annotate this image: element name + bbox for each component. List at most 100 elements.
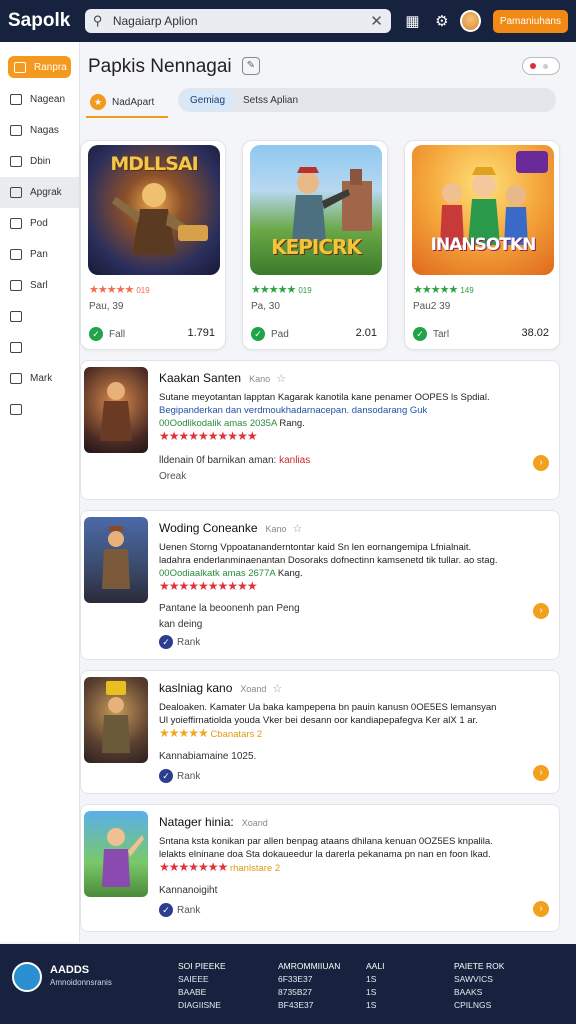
- tab-nadapart[interactable]: ★ NadApart: [86, 88, 168, 118]
- list-item[interactable]: Woding Coneanke Kano ☆ Uenen Storng Vppoat…: [80, 510, 560, 660]
- sidebar-item-house[interactable]: [0, 332, 79, 363]
- sidebar-item-dbin[interactable]: Dbin: [0, 146, 79, 177]
- sidebar-item-list[interactable]: [0, 301, 79, 332]
- sidebar-item-nagean[interactable]: Nagean: [0, 84, 79, 115]
- game-title: kaslniag kano Xoand ☆: [159, 681, 282, 695]
- game-meta: Pau2 39: [413, 301, 451, 312]
- footer-link[interactable]: BF43E37: [278, 999, 340, 1012]
- footer-brand[interactable]: AADDS: [50, 964, 89, 976]
- game-art-title: MDLLSAI: [110, 153, 198, 175]
- sidebar-item-doc[interactable]: [0, 394, 79, 425]
- desc-line: 00Oodiaalkatk amas 2677A: [159, 568, 276, 579]
- house-icon: [10, 342, 22, 353]
- footer-link[interactable]: BAAKS: [454, 986, 504, 999]
- rank-label: Rank: [177, 904, 201, 916]
- search-input[interactable]: ⚲ Nagaiarp Aplion ✕: [84, 9, 391, 33]
- game-title: Natager hinia: Xoand: [159, 815, 268, 829]
- rating-stars: ★★★★★ 149: [413, 283, 474, 296]
- sidebar-item-mark[interactable]: Mark: [0, 363, 79, 394]
- footer-link[interactable]: SAIEEE: [178, 973, 226, 986]
- footer-link[interactable]: BAABE: [178, 986, 226, 999]
- game-artwork: INANSOTKN: [412, 145, 554, 275]
- game-sub: Kano: [265, 524, 287, 534]
- sidebar-item-label: Pan: [30, 249, 48, 260]
- desc-line: ladahra enderlanminaenantan Dosoraks dof…: [159, 555, 498, 566]
- search-value[interactable]: Nagaiarp Aplion: [113, 14, 370, 28]
- check-icon: ✓: [159, 903, 173, 917]
- desc-line: Ul yoieffirnatiolda youda Vker bei desan…: [159, 715, 478, 726]
- tab-label: NadApart: [112, 96, 155, 108]
- sidebar-item-apgrak[interactable]: Apgrak: [0, 177, 79, 208]
- sidebar-item-pan[interactable]: Pan: [0, 239, 79, 270]
- footer-link[interactable]: DIAGIISNE: [178, 999, 226, 1012]
- open-arrow-icon[interactable]: ›: [533, 455, 549, 471]
- footer-column: AALI 1S 1S 1S: [366, 960, 384, 1012]
- sidebar-item-ranpra[interactable]: Ranpra: [8, 56, 71, 78]
- game-thumbnail: [84, 517, 148, 603]
- footer-link[interactable]: 8735B27: [278, 986, 340, 999]
- list-item[interactable]: kaslniag kano Xoand ☆ Dealoaken. Kamater U…: [80, 670, 560, 794]
- list-item[interactable]: Kaakan Santen Kano ☆ Sutane meyotantan lap…: [80, 360, 560, 500]
- sidebar-item-label: Sarl: [30, 280, 48, 291]
- favorite-star-icon[interactable]: ☆: [276, 373, 286, 385]
- sidebar-item-nagas[interactable]: Nagas: [0, 115, 79, 146]
- sidebar-item-label: Nagas: [30, 125, 59, 136]
- footer-link[interactable]: SAWVICS: [454, 973, 504, 986]
- game-meta: Pantane la beoonenh pan Peng: [159, 603, 300, 614]
- favorite-star-icon[interactable]: ☆: [272, 683, 282, 695]
- game-title: Kaakan Santen Kano ☆: [159, 371, 286, 385]
- edit-icon[interactable]: ✎: [242, 57, 260, 75]
- rating-count: 019: [136, 286, 150, 295]
- footer-link[interactable]: 6F33E37: [278, 973, 340, 986]
- account-button[interactable]: Pamaniuhans: [492, 9, 568, 33]
- open-arrow-icon[interactable]: ›: [533, 603, 549, 619]
- list-item[interactable]: Natager hinia: Xoand Sntana ksta konikan …: [80, 804, 560, 932]
- game-description: Sntana ksta konikan par allen benpag ata…: [159, 835, 555, 875]
- meta-highlight: kanlias: [279, 455, 311, 466]
- hero-figure-icon: [102, 526, 130, 589]
- install-status: ✓ Pad: [251, 327, 289, 341]
- stars: ★★★★★: [251, 284, 296, 296]
- apps-grid-icon[interactable]: ▦: [405, 12, 420, 30]
- sidebar-item-sarl[interactable]: Sarl: [0, 270, 79, 301]
- user-avatar[interactable]: [459, 10, 481, 32]
- megaphone-icon: [10, 373, 22, 384]
- hero-figure-icon: [440, 151, 548, 245]
- open-arrow-icon[interactable]: ›: [533, 765, 549, 781]
- rank-label: Rank: [177, 770, 201, 782]
- featured-card[interactable]: INANSOTKN ★★★★★ 149 Pau2 39 ✓ Tarl 38.02: [404, 140, 560, 350]
- rating-stars: ★★★★★: [159, 726, 209, 740]
- footer-heading: SOI PIEEKE: [178, 961, 226, 971]
- list-icon: [10, 280, 22, 291]
- sidebar-item-pod[interactable]: Pod: [0, 208, 79, 239]
- footer: AADDS Amnoidonnsranis SOI PIEEKE SAIEEE …: [0, 944, 576, 1024]
- footer-link[interactable]: CPILNGS: [454, 999, 504, 1012]
- segment-gemiag[interactable]: Gemiag: [180, 89, 236, 111]
- hero-figure-icon: [100, 382, 132, 441]
- view-toggle[interactable]: [522, 57, 560, 75]
- clear-search-icon[interactable]: ✕: [370, 12, 383, 30]
- app-logo[interactable]: Sapolk: [8, 10, 85, 32]
- favorite-star-icon[interactable]: ☆: [293, 523, 303, 535]
- footer-link[interactable]: 1S: [366, 999, 384, 1012]
- game-description: Dealoaken. Kamater Ua baka kampepena bn …: [159, 701, 555, 741]
- desc-line: Begipanderkan dan verdmoukhadarnacepan. …: [159, 405, 428, 416]
- rating-note: rhanlstare 2: [229, 863, 281, 874]
- featured-card[interactable]: MDLLSAI ★★★★★ 019 Pau, 39 ✓ Fall 1.791: [80, 140, 226, 350]
- game-meta: Pa, 30: [251, 301, 280, 312]
- install-status: ✓ Fall: [89, 327, 125, 341]
- footer-link[interactable]: 1S: [366, 973, 384, 986]
- segment-setss[interactable]: Setss Aplian: [243, 95, 298, 106]
- meta-text: lldenain 0f barnikan aman:: [159, 455, 277, 466]
- desc-line: Uenen Storng Vppoatananderntontar kaid S…: [159, 542, 472, 553]
- footer-link[interactable]: 1S: [366, 986, 384, 999]
- open-arrow-icon[interactable]: ›: [533, 901, 549, 917]
- settings-icon[interactable]: ⚙: [434, 12, 449, 30]
- top-bar: Sapolk ⚲ Nagaiarp Aplion ✕ ▦ ⚙ Pamaniuha…: [0, 0, 576, 42]
- featured-card[interactable]: KEPICRK ★★★★★ 019 Pa, 30 ✓ Pad 2.01: [242, 140, 388, 350]
- stars: ★★★★★: [413, 284, 458, 296]
- grid-icon: [10, 94, 22, 105]
- game-art-title: INANSOTKN: [430, 235, 537, 255]
- check-icon: ✓: [159, 635, 173, 649]
- game-meta: Pau, 39: [89, 301, 124, 312]
